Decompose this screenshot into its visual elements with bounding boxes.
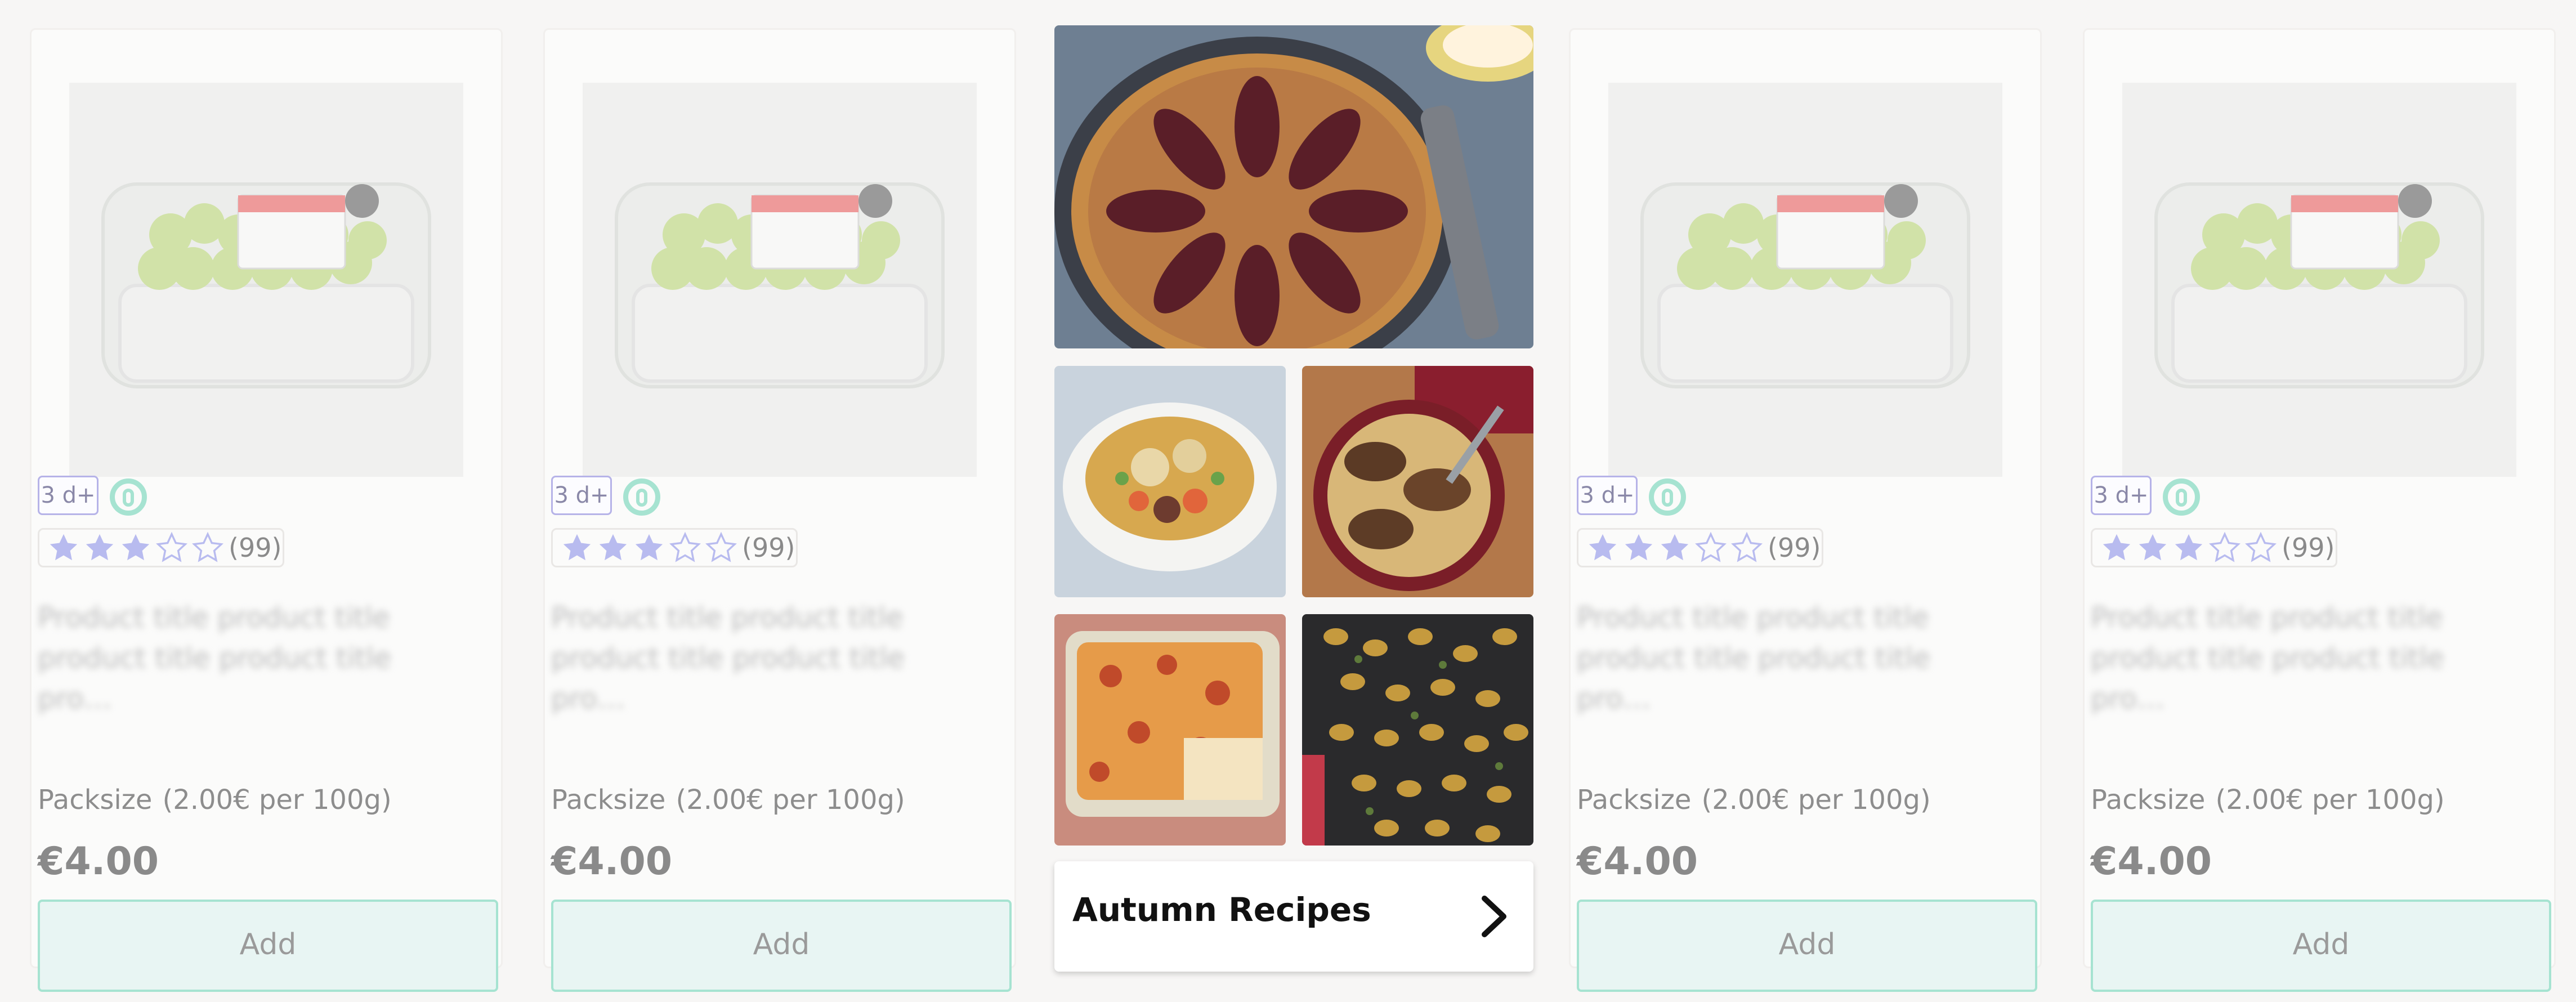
price: €4.00 [38,839,159,884]
star-empty-icon [156,531,187,562]
skillet-image [1302,366,1533,597]
chevron-right-icon [1482,896,1506,937]
packsize: Packsize (2.00€ per 100g) [551,784,905,816]
lasagne-image [1054,614,1286,846]
recipe-image-lasagne[interactable] [1054,614,1286,846]
star-empty-icon [669,531,701,562]
add-button[interactable]: Add [551,900,1012,992]
product-title[interactable]: Product title product title product titl… [2091,597,2524,719]
rating[interactable]: (99) [551,528,798,567]
add-button[interactable]: Add [1577,900,2037,992]
recipe-image-skillet[interactable] [1302,366,1533,597]
organic-icon [110,478,147,516]
star-empty-icon [705,531,737,562]
shelf-life-badge: 3 d+ [1577,476,1638,515]
star-empty-icon [2209,531,2240,562]
product-card[interactable]: 3 d+ (99) Product title product title pr… [543,28,1016,992]
product-title[interactable]: Product title product title product titl… [38,597,471,719]
product-image[interactable] [1608,83,2002,477]
organic-icon [1649,478,1686,516]
price: €4.00 [551,839,673,884]
packsize: Packsize (2.00€ per 100g) [2091,784,2445,816]
recipe-label: Autumn Recipes [1072,891,1371,929]
gnocchi-image [1302,614,1533,846]
recipe-promo-tile[interactable]: Autumn Recipes [1054,25,1533,972]
product-card[interactable]: 3 d+ (99) Product title product title pr… [1569,28,2042,992]
price: €4.00 [2091,839,2212,884]
product-card[interactable]: 3 d+ (99) Product title product title pr… [2083,28,2556,992]
recipe-image-gnocchi[interactable] [1302,614,1533,846]
recipe-image-tart[interactable] [1054,25,1533,348]
star-filled-icon [86,534,114,561]
rating[interactable]: (99) [1577,528,1823,567]
organic-icon [623,478,660,516]
star-filled-icon [2103,534,2131,561]
recipe-image-soup[interactable] [1054,366,1286,597]
star-filled-icon [1661,534,1689,561]
shelf-life-badge: 3 d+ [2091,476,2152,515]
grapes-pack-image [1640,182,1970,388]
unit-price: (2.00€ per 100g) [676,784,905,816]
shelf-life-badge: 3 d+ [551,476,612,515]
packsize-label: Packsize [2091,784,2206,816]
packsize: Packsize (2.00€ per 100g) [38,784,392,816]
star-filled-icon [635,534,663,561]
star-filled-icon [50,534,78,561]
star-empty-icon [1695,531,1727,562]
star-filled-icon [2175,534,2203,561]
rating-count: (99) [229,533,282,563]
star-filled-icon [1589,534,1617,561]
star-filled-icon [1625,534,1653,561]
shelf-life-badge: 3 d+ [38,476,99,515]
packsize-label: Packsize [551,784,666,816]
add-button[interactable]: Add [38,900,498,992]
rating-count: (99) [2282,533,2335,563]
unit-price: (2.00€ per 100g) [2215,784,2445,816]
product-card[interactable]: 3 d+ (99) Product title product title pr… [30,28,503,992]
star-filled-icon [563,534,591,561]
grapes-pack-image [2154,182,2484,388]
star-filled-icon [122,534,150,561]
grapes-pack-image [615,182,945,388]
rating[interactable]: (99) [38,528,284,567]
packsize-label: Packsize [38,784,153,816]
recipe-link[interactable]: Autumn Recipes [1054,861,1533,972]
product-image[interactable] [2122,83,2516,477]
star-empty-icon [2245,531,2277,562]
product-image[interactable] [69,83,463,477]
plum-tart-image [1054,25,1533,348]
grapes-pack-image [101,182,431,388]
star-filled-icon [599,534,627,561]
packsize-label: Packsize [1577,784,1692,816]
add-button[interactable]: Add [2091,900,2551,992]
unit-price: (2.00€ per 100g) [1701,784,1931,816]
star-empty-icon [192,531,223,562]
packsize: Packsize (2.00€ per 100g) [1577,784,1931,816]
star-filled-icon [2139,534,2167,561]
stew-image [1054,366,1286,597]
product-image[interactable] [583,83,977,477]
star-empty-icon [1731,531,1763,562]
rating-count: (99) [742,533,795,563]
rating-count: (99) [1768,533,1821,563]
rating[interactable]: (99) [2091,528,2337,567]
unit-price: (2.00€ per 100g) [162,784,392,816]
product-title[interactable]: Product title product title product titl… [1577,597,2010,719]
price: €4.00 [1577,839,1698,884]
product-title[interactable]: Product title product title product titl… [551,597,985,719]
organic-icon [2163,478,2200,516]
